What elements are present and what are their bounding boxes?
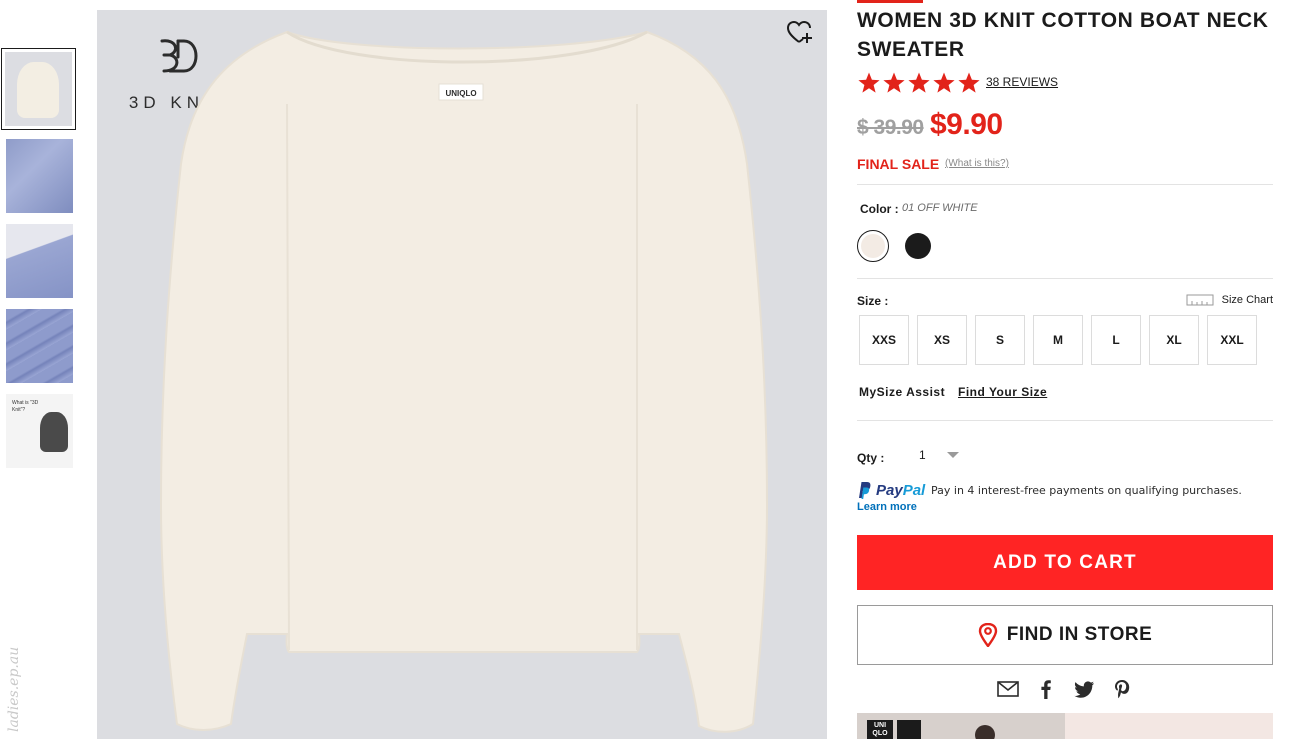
chevron-down-icon — [947, 452, 959, 458]
thumbnail-info-text: What is "3D Knit"? — [12, 400, 39, 413]
divider — [857, 184, 1273, 185]
size-option-m[interactable]: M — [1033, 315, 1083, 365]
main-product-image: 3D KNIT UNIQLO — [97, 10, 827, 739]
paypal-message: Pay in 4 interest-free payments on quali… — [931, 484, 1242, 497]
star-icon — [883, 72, 905, 93]
uniqlo-logo: UNI QLO — [867, 720, 893, 739]
original-price: $ 39.90 — [857, 116, 924, 139]
promo-banner[interactable]: UNI QLO — [857, 713, 1273, 739]
share-links — [997, 678, 1149, 700]
size-option-xxl[interactable]: XXL — [1207, 315, 1257, 365]
pinterest-icon[interactable] — [1111, 678, 1133, 700]
size-option-s[interactable]: S — [975, 315, 1025, 365]
rating-stars — [857, 71, 982, 95]
watermark: ladies.ep.au — [6, 646, 22, 732]
uniqlo-tag: UNIQLO — [445, 89, 476, 98]
product-title: WOMEN 3D KNIT COTTON BOAT NECK SWEATER — [857, 9, 1269, 61]
color-label: Color : — [860, 202, 899, 216]
email-icon[interactable] — [997, 678, 1019, 700]
product-page: What is "3D Knit"? ladies.ep.au 3D KNIT — [0, 0, 1314, 739]
thumbnail-info[interactable]: What is "3D Knit"? — [6, 394, 73, 468]
star-icon — [933, 72, 955, 93]
star-icon — [858, 72, 880, 93]
size-options: XXS XS S M L XL XXL — [859, 315, 1265, 365]
paypal-brand-pay: Pay — [876, 481, 903, 499]
twitter-icon[interactable] — [1073, 678, 1095, 700]
color-value: 01 OFF WHITE — [902, 202, 978, 214]
facebook-icon[interactable] — [1035, 678, 1057, 700]
size-option-xl[interactable]: XL — [1149, 315, 1199, 365]
size-option-l[interactable]: L — [1091, 315, 1141, 365]
sweater-image: UNIQLO — [159, 30, 769, 733]
divider — [857, 420, 1273, 421]
uniqlo-u-logo — [897, 720, 921, 739]
size-chart-label: Size Chart — [1221, 294, 1273, 306]
find-in-store-button[interactable]: FIND IN STORE — [857, 605, 1273, 665]
mysize-assist-label: MySize Assist — [859, 385, 946, 399]
paypal-brand-pal: Pal — [902, 481, 926, 499]
add-to-cart-button[interactable]: ADD TO CART — [857, 535, 1273, 590]
paypal-p-icon — [859, 482, 871, 499]
find-in-store-label: FIND IN STORE — [1006, 624, 1153, 645]
thumbnail-fabric[interactable] — [6, 309, 73, 383]
find-your-size-link[interactable]: Find Your Size — [958, 385, 1047, 399]
divider — [857, 278, 1273, 279]
wishlist-heart-icon[interactable] — [786, 20, 813, 46]
star-icon — [958, 72, 980, 93]
star-icon — [908, 72, 930, 93]
ruler-icon — [1186, 294, 1214, 306]
swatch-off-white[interactable] — [857, 230, 889, 262]
thumbnail-sleeve[interactable] — [6, 224, 73, 298]
size-option-xs[interactable]: XS — [917, 315, 967, 365]
sale-banner-bar — [857, 0, 923, 3]
location-pin-icon — [978, 623, 997, 647]
qty-value: 1 — [919, 448, 926, 462]
thumbnail-blue-detail[interactable] — [6, 139, 73, 213]
final-sale-label: FINAL SALE — [857, 156, 940, 172]
swatch-black[interactable] — [905, 233, 931, 259]
paypal-logo: Pay Pal — [857, 481, 925, 499]
model-photo — [975, 725, 995, 739]
qty-label: Qty : — [857, 451, 885, 465]
reviews-link[interactable]: 38 REVIEWS — [986, 75, 1058, 89]
qty-select[interactable]: 1 — [917, 446, 962, 466]
size-label: Size : — [857, 294, 889, 308]
what-is-this-link[interactable]: (What is this?) — [945, 158, 1009, 169]
paypal-learn-more-link[interactable]: Learn more — [857, 501, 917, 513]
sale-price: $9.90 — [930, 108, 1003, 141]
thumbnail-front[interactable] — [1, 48, 76, 130]
size-chart-link[interactable]: Size Chart — [1186, 294, 1273, 306]
size-option-xxs[interactable]: XXS — [859, 315, 909, 365]
